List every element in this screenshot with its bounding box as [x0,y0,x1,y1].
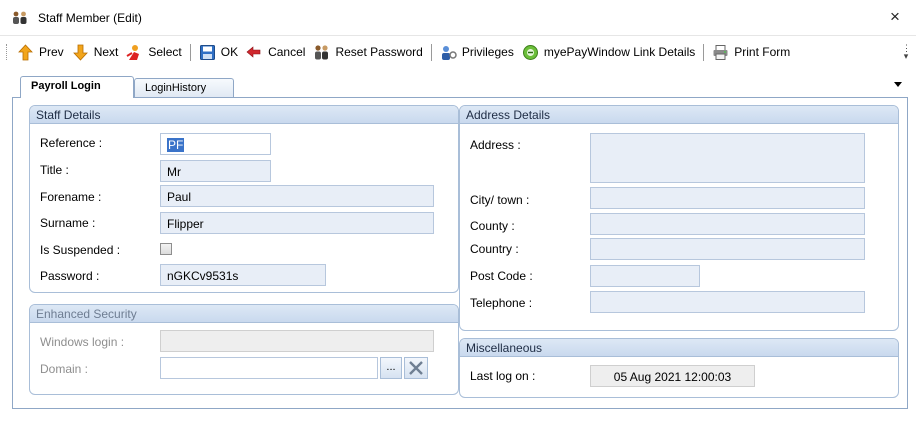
enhanced-security-header: Enhanced Security [30,305,458,323]
arrow-down-icon [72,44,88,61]
tab-login-history-label: LoginHistory [145,82,207,94]
country-field[interactable] [590,238,865,260]
privileges-icon [441,45,457,60]
is-suspended-checkbox[interactable] [160,243,172,255]
print-form-button[interactable]: Print Form [709,41,793,63]
next-label: Next [93,45,119,59]
staff-group-icon [12,11,28,25]
window-title: Staff Member (Edit) [38,11,142,25]
title-field[interactable]: Mr [160,160,271,182]
tab-login-history[interactable]: LoginHistory [134,78,234,98]
mye-link-label: myePayWindow Link Details [543,45,696,59]
tab-dropdown-icon[interactable] [894,82,902,87]
title-label: Title : [40,163,69,177]
domain-field[interactable] [160,357,378,379]
title-bar: Staff Member (Edit) × [0,0,916,36]
city-field[interactable] [590,187,865,209]
tab-payroll-login[interactable]: Payroll Login [20,76,134,98]
city-label: City/ town : [470,193,530,207]
domain-browse-button[interactable]: ... [380,357,402,379]
undo-arrow-icon [246,45,261,58]
reference-value: PF [167,138,185,152]
surname-label: Surname : [40,216,96,230]
password-label: Password : [40,269,100,283]
last-logon-field: 05 Aug 2021 12:00:03 [590,365,755,387]
telephone-field[interactable] [590,291,865,313]
mye-link-button[interactable]: myePayWindow Link Details [519,41,698,63]
postcode-label: Post Code : [470,269,533,283]
county-field[interactable] [590,213,865,235]
windows-login-label: Windows login : [40,335,125,349]
reference-label: Reference : [40,136,103,150]
toolbar-separator [703,43,705,61]
staff-details-header: Staff Details [30,106,458,124]
is-suspended-label: Is Suspended : [40,243,121,257]
select-person-icon [126,44,140,60]
miscellaneous-group: Miscellaneous Last log on : 05 Aug 2021 … [459,338,899,398]
telephone-label: Telephone : [470,296,533,310]
select-label: Select [148,45,182,59]
toolbar: Prev Next Select OK Cancel Reset Passwor… [4,38,912,66]
tab-content-payroll-login: Staff Details Reference : PF Title : Mr … [12,98,908,409]
windows-login-field[interactable] [160,330,434,352]
save-disk-icon [199,44,215,60]
forename-label: Forename : [40,190,102,204]
tab-payroll-login-label: Payroll Login [31,80,101,92]
address-details-group: Address Details Address : City/ town : C… [459,105,899,331]
enhanced-security-group: Enhanced Security Windows login : Domain… [29,304,459,395]
ok-label: OK [220,45,239,59]
domain-label: Domain : [40,362,89,376]
next-button[interactable]: Next [69,41,122,63]
reset-password-button[interactable]: Reset Password [310,41,425,63]
toolbar-overflow-icon[interactable]: ⋮ ▾ [902,44,911,61]
print-form-label: Print Form [734,45,791,59]
print-icon [713,44,728,60]
arrow-up-icon [18,43,33,60]
address-details-header: Address Details [460,106,898,124]
surname-field[interactable]: Flipper [160,212,434,234]
county-label: County : [470,219,515,233]
select-button[interactable]: Select [123,41,184,63]
privileges-label: Privileges [461,45,514,59]
globe-link-icon [522,44,538,60]
miscellaneous-header: Miscellaneous [460,339,898,357]
address-label: Address : [470,138,521,152]
postcode-field[interactable] [590,265,700,287]
staff-details-group: Staff Details Reference : PF Title : Mr … [29,105,459,293]
toolbar-separator [430,43,432,61]
ok-button[interactable]: OK [196,41,241,63]
cancel-label: Cancel [268,45,306,59]
forename-field[interactable]: Paul [160,185,434,207]
tab-strip: Payroll Login LoginHistory [20,76,908,98]
toolbar-separator [189,43,191,61]
clear-x-icon [409,361,423,375]
password-field[interactable]: nGKCv9531s [160,264,326,286]
reset-password-label: Reset Password [335,45,423,59]
toolbar-grip[interactable] [6,44,10,60]
domain-clear-button[interactable] [404,357,428,379]
address-field[interactable] [590,133,865,183]
cancel-button[interactable]: Cancel [243,41,308,63]
last-logon-label: Last log on : [470,369,536,383]
prev-label: Prev [39,45,64,59]
close-icon[interactable]: × [886,8,904,26]
prev-button[interactable]: Prev [14,41,67,63]
country-label: Country : [470,242,519,256]
reference-field[interactable]: PF [160,133,271,155]
users-icon [315,44,329,59]
staff-member-window: Staff Member (Edit) × Prev Next Select O… [0,0,916,421]
privileges-button[interactable]: Privileges [437,41,517,63]
